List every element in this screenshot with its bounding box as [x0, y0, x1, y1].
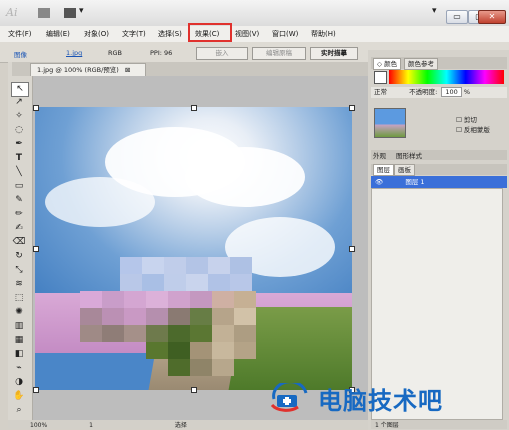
workspace-dropdown-icon[interactable]: ▾ [432, 6, 442, 18]
effect-menu-highlight [188, 23, 232, 42]
selection-tool-icon[interactable]: ↖ [11, 82, 29, 97]
tab-appearance[interactable]: 外观 [373, 150, 386, 160]
page-number[interactable]: 1 [89, 422, 93, 429]
opacity-label: 不透明度: [409, 88, 438, 96]
layer-row[interactable]: 👁 图层 1 [371, 176, 507, 188]
symbol-sprayer-tool-icon[interactable]: ✺ [11, 306, 27, 319]
embed-button[interactable]: 嵌入 [196, 47, 248, 60]
menu-type[interactable]: 文字(T) [122, 29, 146, 39]
pencil-tool-icon[interactable]: ✏ [11, 208, 27, 221]
bounding-box-handle[interactable] [33, 387, 39, 393]
appearance-panel-tabs [371, 150, 507, 160]
placed-image[interactable] [35, 107, 352, 390]
menu-window[interactable]: 窗口(W) [272, 29, 298, 39]
scale-tool-icon[interactable]: ⤡ [11, 264, 27, 277]
hand-tool-icon[interactable]: ✋ [11, 390, 27, 403]
close-button[interactable]: ✕ [478, 10, 506, 24]
tab-color[interactable]: ◇ 颜色 [373, 58, 402, 70]
menu-edit[interactable]: 编辑(E) [46, 29, 70, 39]
tab-graphic-styles[interactable]: 图形样式 [396, 150, 422, 160]
edit-original-button[interactable]: 编辑原稿 [252, 47, 306, 60]
menu-view[interactable]: 视图(V) [235, 29, 259, 39]
ppi-value: PPI: 96 [150, 49, 173, 57]
cloud-shape [185, 147, 305, 207]
close-tab-icon[interactable]: ⊠ [125, 66, 130, 74]
opacity-unit: % [463, 88, 471, 96]
gradient-tool-icon[interactable]: ◧ [11, 348, 27, 361]
arrange-documents-icon[interactable] [64, 8, 76, 18]
transparency-thumbnail [374, 108, 406, 138]
app-logo: Ai [6, 6, 18, 19]
pen-tool-icon[interactable]: ✒ [11, 138, 27, 151]
blend-mode-select[interactable]: 正常 [374, 88, 387, 96]
rotate-tool-icon[interactable]: ↻ [11, 250, 27, 263]
bridge-icon[interactable] [38, 8, 50, 18]
layers-footer: 1 个图层 [371, 420, 507, 429]
opacity-input[interactable]: 100 [441, 87, 462, 97]
status-mode[interactable]: 选择 [175, 422, 187, 429]
invert-mask-checkbox[interactable]: ☐ 反相蒙版 [456, 124, 490, 134]
status-bar: 100% 1 选择 [8, 420, 368, 429]
lasso-tool-icon[interactable]: ◌ [11, 124, 27, 137]
zoom-level[interactable]: 100% [30, 422, 47, 429]
chevron-down-icon[interactable]: ▾ [79, 6, 84, 16]
layer-name: 图层 1 [405, 178, 425, 186]
none-swatch-icon[interactable] [374, 71, 387, 84]
menu-select[interactable]: 选择(S) [158, 29, 182, 39]
watermark-text: 电脑技术吧 [318, 387, 443, 415]
document-title: 1.jpg @ 100% (RGB/预览) [37, 66, 119, 74]
cloud-shape [45, 177, 155, 227]
blend-tool-icon[interactable]: ◑ [11, 376, 27, 389]
watermark-logo-icon [270, 383, 308, 412]
color-spectrum[interactable] [389, 70, 504, 84]
line-tool-icon[interactable]: ╲ [11, 166, 27, 179]
minimize-button[interactable]: ▭ [446, 10, 468, 24]
image-label: 图像 [14, 51, 27, 59]
mesh-tool-icon[interactable]: ▦ [11, 334, 27, 347]
tab-color-guide[interactable]: 颜色参考 [404, 58, 438, 70]
menu-object[interactable]: 对象(O) [84, 29, 109, 39]
document-tab[interactable]: 1.jpg @ 100% (RGB/预览) ⊠ [30, 63, 146, 76]
warp-tool-icon[interactable]: ≋ [11, 278, 27, 291]
color-mode: RGB [108, 49, 123, 57]
bounding-box-handle[interactable] [349, 246, 355, 252]
mosaic-effect-region [80, 257, 280, 390]
eraser-tool-icon[interactable]: ⌫ [11, 236, 27, 249]
transparency-row: 正常 不透明度: 100 % [371, 87, 507, 98]
bounding-box-handle[interactable] [33, 246, 39, 252]
rectangle-tool-icon[interactable]: ▭ [11, 180, 27, 193]
clip-label: 剪切 [463, 116, 477, 124]
live-trace-button[interactable]: 实时描摹 [310, 47, 358, 60]
type-tool-icon[interactable]: T [11, 152, 27, 165]
bounding-box-handle[interactable] [33, 105, 39, 111]
magic-wand-tool-icon[interactable]: ✧ [11, 110, 27, 123]
bounding-box-handle[interactable] [191, 105, 197, 111]
column-graph-tool-icon[interactable]: ▥ [11, 320, 27, 333]
clip-checkbox[interactable]: ☐ 剪切 [456, 114, 477, 124]
eye-icon[interactable]: 👁 [375, 178, 383, 186]
menu-help[interactable]: 帮助(H) [311, 29, 336, 39]
file-link[interactable]: 1.jpg [66, 49, 82, 57]
bounding-box-handle[interactable] [191, 387, 197, 393]
invert-mask-label: 反相蒙版 [463, 126, 490, 134]
tab-artboards[interactable]: 画板 [394, 164, 415, 176]
free-transform-tool-icon[interactable]: ⬚ [11, 292, 27, 305]
eyedropper-tool-icon[interactable]: ⌁ [11, 362, 27, 375]
bounding-box-handle[interactable] [349, 105, 355, 111]
zoom-tool-icon[interactable]: ⌕ [11, 404, 27, 417]
menu-file[interactable]: 文件(F) [8, 29, 32, 39]
layers-count: 1 个图层 [375, 422, 399, 429]
blob-brush-tool-icon[interactable]: ✍ [11, 222, 27, 235]
direct-selection-tool-icon[interactable]: ↗ [11, 96, 27, 109]
tab-layers[interactable]: 图层 [373, 164, 394, 176]
paintbrush-tool-icon[interactable]: ✎ [11, 194, 27, 207]
